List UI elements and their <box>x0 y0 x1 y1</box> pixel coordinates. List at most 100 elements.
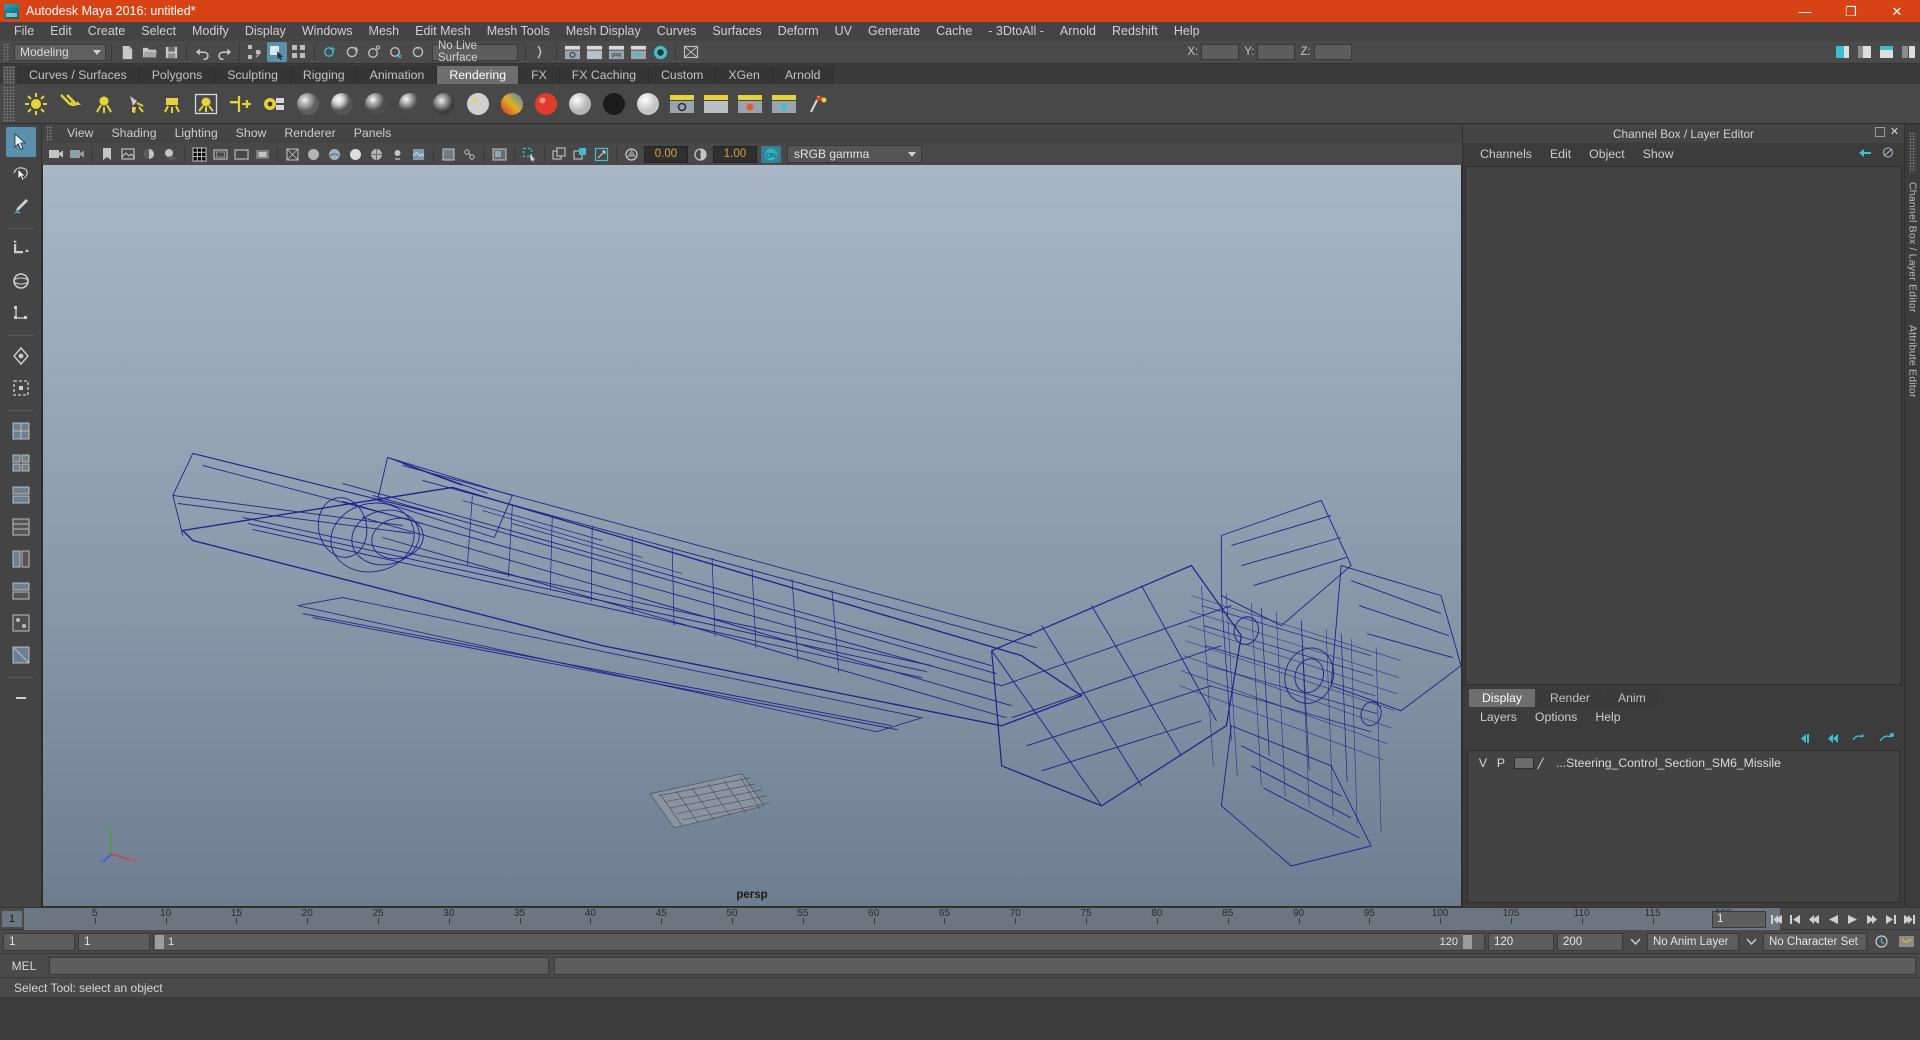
show-manipulator-tool-button[interactable] <box>6 373 36 403</box>
layer-visibility-toggle[interactable]: V <box>1474 756 1492 770</box>
color-management-toggle[interactable]: ON <box>760 145 782 164</box>
snapshot-icon[interactable] <box>571 145 590 164</box>
volume-light-icon[interactable] <box>191 89 221 119</box>
channel-box-toggle-icon[interactable] <box>1858 146 1873 159</box>
menu-item-generate[interactable]: Generate <box>860 22 928 41</box>
go-to-end-icon[interactable] <box>1900 910 1918 928</box>
command-line-input[interactable] <box>49 956 549 975</box>
layer-menu-help[interactable]: Help <box>1586 707 1629 728</box>
export-image-icon[interactable] <box>592 145 611 164</box>
grid-icon[interactable] <box>190 145 209 164</box>
panel-resize-grip[interactable] <box>1909 132 1916 172</box>
ipr-render-icon[interactable]: IPR <box>606 42 626 62</box>
use-default-material-icon[interactable] <box>346 145 365 164</box>
phonge-material-icon[interactable] <box>395 89 425 119</box>
layer-menu-layers[interactable]: Layers <box>1471 707 1526 728</box>
layer-new-from-selected-icon[interactable] <box>1879 732 1894 744</box>
channel-box-menu-edit[interactable]: Edit <box>1541 143 1580 165</box>
paint-select-tool-button[interactable] <box>6 191 36 221</box>
rotate-tool-button[interactable] <box>6 266 36 296</box>
camera-attributes-icon[interactable] <box>67 145 86 164</box>
step-back-frame-icon[interactable] <box>1786 910 1804 928</box>
exposure-icon[interactable] <box>622 145 641 164</box>
layer-playback-toggle[interactable]: P <box>1492 756 1510 770</box>
two-sided-lighting-icon[interactable] <box>139 145 158 164</box>
save-scene-icon[interactable] <box>161 42 181 62</box>
menu-item-arnold[interactable]: Arnold <box>1052 22 1104 41</box>
current-frame-field[interactable]: 1 <box>1712 910 1766 928</box>
outliner-icon[interactable] <box>1899 42 1919 62</box>
play-backwards-icon[interactable] <box>1824 910 1842 928</box>
open-scene-icon[interactable] <box>139 42 159 62</box>
scale-tool-button[interactable] <box>6 298 36 328</box>
viewport-menu-lighting[interactable]: Lighting <box>166 124 227 143</box>
time-slider-track[interactable]: 5 10 15 20 25 30 35 40 45 50 55 60 65 70 75 80 85 90 95 100… <box>24 907 1780 930</box>
gate-mask-icon[interactable] <box>253 145 272 164</box>
hardware-texturing-icon[interactable] <box>409 145 428 164</box>
soft-modification-tool-button[interactable] <box>6 341 36 371</box>
layer-first-icon[interactable] <box>1800 733 1814 744</box>
exposure-field[interactable]: 0.00 <box>644 145 688 163</box>
menu-item-file[interactable]: File <box>6 22 42 41</box>
menu-item-select[interactable]: Select <box>133 22 184 41</box>
render-settings-icon[interactable] <box>628 42 648 62</box>
viewport-menu-panels[interactable]: Panels <box>345 124 401 143</box>
range-start-field[interactable]: 1 <box>78 932 150 951</box>
quick-layout-hypershade-button[interactable] <box>6 608 36 638</box>
layer-new-icon[interactable] <box>1852 732 1867 744</box>
shaded-wireframe-icon[interactable] <box>367 145 386 164</box>
render-flag-shelf-icon[interactable] <box>803 89 833 119</box>
quick-layout-persp-uv-button[interactable] <box>6 640 36 670</box>
view-transform-icon[interactable] <box>490 145 509 164</box>
shelf-tab-curves-surfaces[interactable]: Curves / Surfaces <box>17 66 140 84</box>
layered-shader-icon[interactable] <box>463 89 493 119</box>
gamma-field[interactable]: 1.00 <box>713 145 757 163</box>
move-tool-button[interactable] <box>6 234 36 264</box>
coord-y-field[interactable] <box>1257 44 1296 60</box>
phong-material-icon[interactable] <box>361 89 391 119</box>
snap-to-curve-icon[interactable] <box>342 42 362 62</box>
menu-item-cache[interactable]: Cache <box>928 22 980 41</box>
menu-item-uv[interactable]: UV <box>827 22 860 41</box>
lambert-material-icon[interactable] <box>293 89 323 119</box>
quick-layout-two-pane-side-button[interactable] <box>6 448 36 478</box>
shelf-tab-arnold[interactable]: Arnold <box>772 66 834 84</box>
shelf-handle[interactable] <box>3 85 15 122</box>
menu-item-edit-mesh[interactable]: Edit Mesh <box>407 22 479 41</box>
channel-box-content[interactable] <box>1465 166 1902 685</box>
anim-layer-selector[interactable]: No Anim Layer <box>1647 932 1739 951</box>
close-icon[interactable]: ✕ <box>1889 127 1900 138</box>
maximize-button[interactable]: ❐ <box>1828 0 1874 22</box>
undo-icon[interactable] <box>192 42 212 62</box>
quick-layout-more-button[interactable] <box>6 683 36 713</box>
minimize-button[interactable]: — <box>1782 0 1828 22</box>
quick-layout-persp-graph-button[interactable] <box>6 576 36 606</box>
menu-item-mesh-display[interactable]: Mesh Display <box>558 22 649 41</box>
grab-viewport-icon[interactable] <box>550 145 569 164</box>
time-slider[interactable]: 1 5 10 15 20 25 30 35 40 45 50 55 60 65 70 75 80 85 90 95 1… <box>0 907 1920 930</box>
show-hide-tool-settings-icon[interactable] <box>1877 42 1897 62</box>
shelf-tab-fx-caching[interactable]: FX Caching <box>559 66 650 84</box>
surface-shader-icon[interactable] <box>531 89 561 119</box>
step-forward-key-icon[interactable] <box>1862 910 1880 928</box>
channel-box-menu-show[interactable]: Show <box>1634 143 1683 165</box>
shelf-tab-rendering[interactable]: Rendering <box>437 66 520 84</box>
anisotropic-material-icon[interactable] <box>429 89 459 119</box>
play-forwards-icon[interactable] <box>1843 910 1861 928</box>
anim-layer-chevron-icon[interactable] <box>1742 933 1760 951</box>
command-line-output[interactable] <box>554 956 1916 975</box>
light-centric-linking-icon[interactable] <box>259 89 289 119</box>
menu-item-windows[interactable]: Windows <box>294 22 361 41</box>
snap-to-grid-icon[interactable] <box>320 42 340 62</box>
quick-layout-persp-outliner-button[interactable] <box>6 544 36 574</box>
menu-set-selector[interactable]: Modeling <box>14 43 106 61</box>
hypershade-icon[interactable] <box>650 42 670 62</box>
ambient-light-icon[interactable] <box>21 89 51 119</box>
range-bar-right-grip[interactable] <box>1463 934 1472 949</box>
shelf-tab-polygons[interactable]: Polygons <box>139 66 216 84</box>
film-gate-icon[interactable] <box>211 145 230 164</box>
gamma-icon[interactable] <box>691 145 710 164</box>
render-current-frame-icon[interactable] <box>562 42 582 62</box>
shelf-tab-handle[interactable] <box>3 66 15 84</box>
character-set-selector[interactable]: No Character Set <box>1763 932 1867 951</box>
